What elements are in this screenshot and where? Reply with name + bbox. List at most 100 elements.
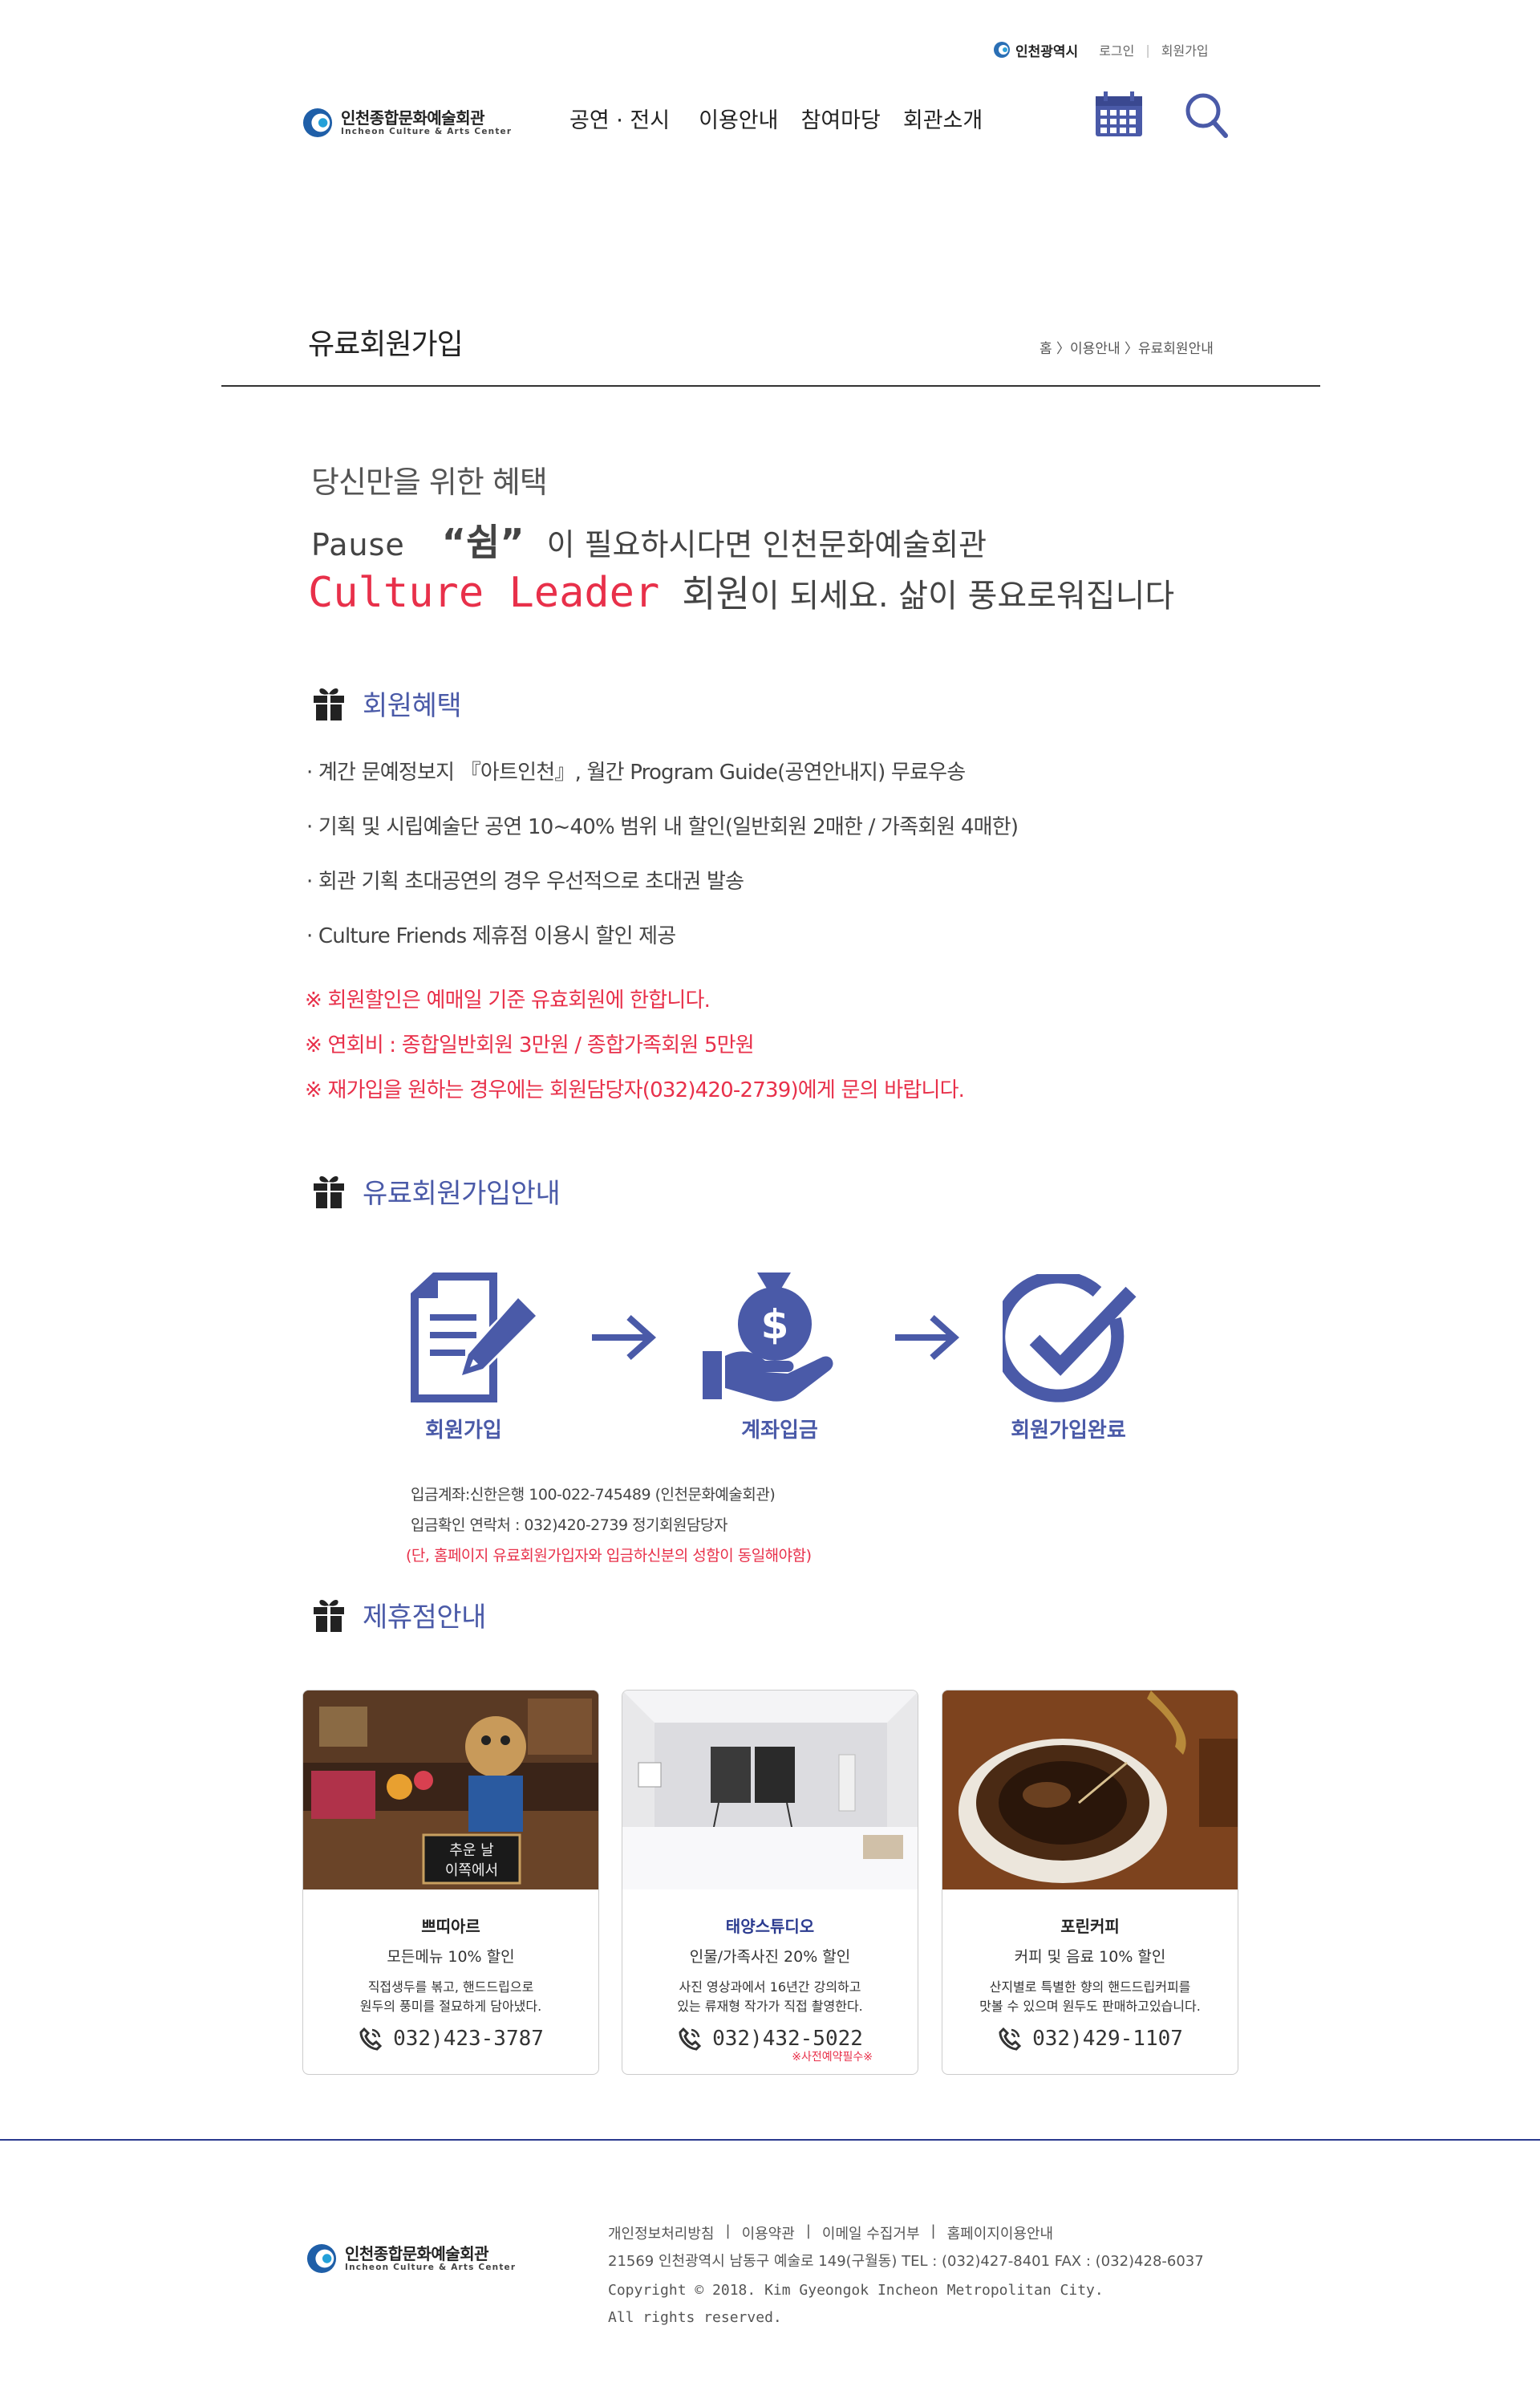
footer-links: 개인정보처리방침 | 이용약관 | 이메일 수집거부 | 홈페이지이용안내 bbox=[608, 2222, 1053, 2243]
search-icon[interactable] bbox=[1184, 91, 1229, 140]
partner-discount: 커피 및 음료 10% 할인 bbox=[1014, 1948, 1166, 1966]
intro-pause: Pause bbox=[311, 527, 405, 562]
partner-phone-number: 032)429-1107 bbox=[1032, 2027, 1183, 2051]
check-circle-icon bbox=[1003, 1274, 1137, 1402]
partner-card-porin-coffee[interactable]: 포린커피 커피 및 음료 10% 할인 산지별로 특별한 향의 핸드드립커피를 … bbox=[942, 1690, 1238, 2075]
partner-name: 쁘띠아르 bbox=[421, 1917, 480, 1936]
nav-item-performance[interactable]: 공연 · 전시 bbox=[569, 103, 670, 134]
partner-desc-line: 사진 영상과에서 16년간 강의하고 bbox=[679, 1979, 861, 1995]
partner-desc-line: 맛볼 수 있으며 원두도 판매하고있습니다. bbox=[979, 1999, 1201, 2014]
footer-copyright: Copyright © 2018. Kim Gyeongok Incheon M… bbox=[608, 2282, 1104, 2299]
partner-description: 사진 영상과에서 16년간 강의하고 있는 류재형 작가가 직접 촬영한다. bbox=[622, 1978, 918, 2016]
city-logo-icon bbox=[994, 42, 1010, 58]
footer-rights: All rights reserved. bbox=[608, 2309, 782, 2326]
footer-logo[interactable]: 인천종합문화예술회관 Incheon Culture & Arts Center bbox=[306, 2243, 516, 2274]
document-edit-icon bbox=[411, 1273, 536, 1402]
intro-line-3: Culture Leader 회원이 되세요. 삶이 풍요로워집니다 bbox=[308, 565, 1174, 618]
partner-title: 제휴점안내 bbox=[363, 1601, 486, 1634]
footer-divider bbox=[0, 2139, 1540, 2141]
partner-desc-line: 있는 류재형 작가가 직접 촬영한다. bbox=[677, 1999, 863, 2014]
join-link[interactable]: 회원가입 bbox=[1161, 40, 1209, 59]
city-label: 인천광역시 bbox=[1015, 43, 1079, 60]
step-label-complete: 회원가입완료 bbox=[1011, 1419, 1126, 1443]
money-hand-icon: $ bbox=[703, 1273, 833, 1402]
gift-icon bbox=[314, 1599, 344, 1632]
intro-swim: “쉼” bbox=[441, 521, 525, 564]
partner-phone[interactable]: 032)429-1107 bbox=[942, 2026, 1238, 2052]
intro-culture-leader: Culture Leader bbox=[308, 569, 660, 617]
partner-description: 산지별로 특별한 향의 핸드드립커피를 맛볼 수 있으며 원두도 판매하고있습니… bbox=[942, 1978, 1238, 2016]
arrow-right-icon bbox=[895, 1315, 960, 1360]
main-nav: 공연 · 전시 이용안내 참여마당 회관소개 bbox=[569, 103, 1011, 134]
benefit-notice: ※ 회원할인은 예매일 기준 유효회원에 한합니다. bbox=[305, 988, 711, 1013]
footer-logo-korean: 인천종합문화예술회관 bbox=[345, 2244, 489, 2263]
partner-discount: 모든메뉴 10% 할인 bbox=[387, 1948, 515, 1966]
page-title: 유료회원가입 bbox=[308, 328, 464, 361]
payment-contact: 입금확인 연락처 : 032)420-2739 정기회원담당자 bbox=[411, 1516, 727, 1534]
arrow-right-icon bbox=[592, 1315, 657, 1360]
partner-card-petit-art[interactable]: 추운 날 이쪽에서 쁘띠아르 모든메뉴 10% 할인 직접생두를 볶고, 핸드드… bbox=[302, 1690, 599, 2075]
intro-line-3-rest: 이 되세요. 삶이 풍요로워집니다 bbox=[749, 578, 1175, 615]
nav-item-guide[interactable]: 이용안내 bbox=[699, 103, 778, 134]
benefit-item: · 회관 기획 초대공연의 경우 우선적으로 초대권 발송 bbox=[306, 870, 744, 894]
title-divider bbox=[221, 385, 1320, 387]
partner-phone-number: 032)423-3787 bbox=[393, 2027, 544, 2051]
breadcrumb: 홈 〉이용안내 〉유료회원안내 bbox=[1040, 341, 1214, 357]
gift-icon bbox=[314, 688, 344, 720]
benefit-notice: ※ 연회비 : 종합일반회원 3만원 / 종합가족회원 5만원 bbox=[305, 1033, 755, 1057]
utility-bar: 인천광역시 로그인 | 회원가입 bbox=[993, 34, 1209, 66]
partner-desc-line: 직접생두를 볶고, 핸드드립으로 bbox=[367, 1979, 534, 1995]
logo-english: Incheon Culture & Arts Center bbox=[341, 127, 513, 136]
partner-card-taeyang-studio[interactable]: 태양스튜디오 인물/가족사진 20% 할인 사진 영상과에서 16년간 강의하고… bbox=[622, 1690, 918, 2075]
step-label-signup: 회원가입 bbox=[425, 1419, 502, 1443]
partner-discount: 인물/가족사진 20% 할인 bbox=[689, 1948, 851, 1966]
partner-phone-number: 032)432-5022 bbox=[712, 2027, 863, 2051]
benefits-section-header: 회원혜택 bbox=[313, 684, 462, 723]
nav-item-about[interactable]: 회관소개 bbox=[903, 103, 983, 134]
header-logo[interactable]: 인천종합문화예술회관 Incheon Culture & Arts Center bbox=[302, 108, 512, 138]
login-link[interactable]: 로그인 bbox=[1099, 40, 1134, 59]
join-title: 유료회원가입안내 bbox=[363, 1178, 561, 1210]
footer-copyright-block: Copyright © 2018. Kim Gyeongok Incheon M… bbox=[608, 2277, 1104, 2332]
payment-warning: (단, 홈페이지 유료회원가입자와 입금하신분의 성함이 동일해야함) bbox=[406, 1547, 812, 1565]
step-label-deposit: 계좌입금 bbox=[741, 1419, 818, 1443]
footer-link-privacy[interactable]: 개인정보처리방침 bbox=[608, 2222, 714, 2243]
benefit-item: · 기획 및 시립예술단 공연 10~40% 범위 내 할인(일반회원 2매한 … bbox=[306, 815, 1019, 839]
city-link[interactable]: 인천광역시 bbox=[993, 40, 1078, 60]
intro-heading: 당신만을 위한 혜택 bbox=[311, 465, 548, 500]
phone-icon bbox=[999, 2027, 1022, 2051]
nav-item-participation[interactable]: 참여마당 bbox=[800, 103, 880, 134]
partner-name: 태양스튜디오 bbox=[725, 1917, 815, 1936]
partner-desc-line: 원두의 풍미를 절묘하게 담아냈다. bbox=[359, 1999, 542, 2014]
logo-korean: 인천종합문화예술회관 bbox=[341, 108, 485, 128]
intro-line-2-rest: 이 필요하시다면 인천문화예술회관 bbox=[546, 527, 987, 562]
benefits-title: 회원혜택 bbox=[363, 690, 462, 722]
footer-link-site-guide[interactable]: 홈페이지이용안내 bbox=[947, 2222, 1053, 2243]
benefit-item: · 계간 문예정보지 『아트인천』, 월간 Program Guide(공연안내… bbox=[306, 761, 966, 785]
partner-description: 직접생두를 볶고, 핸드드립으로 원두의 풍미를 절묘하게 담아냈다. bbox=[303, 1978, 598, 2016]
payment-account: 입금계좌:신한은행 100-022-745489 (인천문화예술회관) bbox=[411, 1486, 776, 1504]
footer-link-terms[interactable]: 이용약관 bbox=[742, 2222, 795, 2243]
join-section-header: 유료회원가입안내 bbox=[313, 1171, 561, 1211]
phone-icon bbox=[679, 2027, 702, 2051]
gift-icon bbox=[314, 1175, 344, 1208]
benefit-item: · Culture Friends 제휴점 이용시 할인 제공 bbox=[306, 924, 676, 948]
partner-phone[interactable]: 032)423-3787 bbox=[303, 2026, 598, 2052]
footer-link-divider: | bbox=[725, 2222, 731, 2239]
utility-divider: | bbox=[1145, 42, 1150, 58]
footer-logo-english: Incheon Culture & Arts Center bbox=[345, 2263, 517, 2272]
footer-link-email-refusal[interactable]: 이메일 수집거부 bbox=[822, 2222, 920, 2243]
partner-photo-studio bbox=[622, 1691, 918, 1889]
phone-icon bbox=[359, 2027, 383, 2051]
calendar-icon[interactable] bbox=[1094, 90, 1144, 138]
logo-mark-icon bbox=[306, 2243, 337, 2274]
cafe-sign-text-1: 추운 날 bbox=[449, 1842, 493, 1859]
benefit-notice: ※ 재가입을 원하는 경우에는 회원담당자(032)420-2739)에게 문의… bbox=[305, 1078, 965, 1102]
logo-mark-icon bbox=[302, 108, 333, 138]
partner-photo-cafe: 추운 날 이쪽에서 bbox=[303, 1691, 598, 1889]
footer-link-divider: | bbox=[930, 2222, 936, 2239]
partner-section-header: 제휴점안내 bbox=[313, 1595, 486, 1634]
footer-address: 21569 인천광역시 남동구 예술로 149(구월동) TEL : (032)… bbox=[608, 2253, 1204, 2270]
intro-line-2: Pause “쉼” 이 필요하시다면 인천문화예술회관 bbox=[311, 513, 987, 566]
svg-text:$: $ bbox=[761, 1301, 789, 1348]
